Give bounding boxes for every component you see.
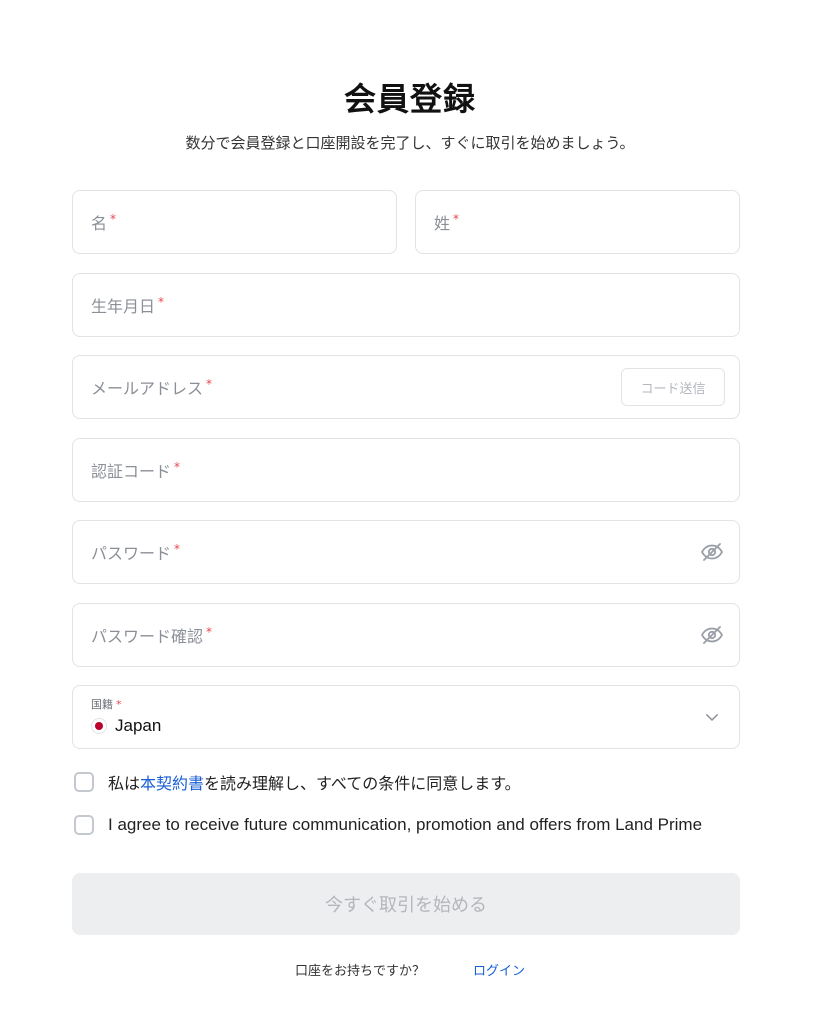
terms-text: 私は本契約書を読み理解し、すべての条件に同意します。 [108,774,521,793]
birthdate-label: 生年月日 * [91,294,165,316]
eye-off-icon[interactable] [699,622,725,648]
required-marker: * [110,211,117,226]
login-link[interactable]: ログイン [473,964,525,979]
page-subtitle: 数分で会員登録と口座開設を完了し、すぐに取引を始めましょう。 [185,134,635,152]
marketing-checkbox[interactable] [74,815,94,835]
page-title: 会員登録 [343,80,476,118]
marketing-text: I agree to receive future communication,… [108,815,703,834]
nationality-selected-text: Japan [115,716,162,735]
email-label: メールアドレス * [91,376,213,398]
required-marker: * [206,376,213,391]
last-name-field[interactable]: 姓 * [415,190,740,254]
required-marker: * [206,624,213,639]
email-field[interactable]: メールアドレス * コード送信 [72,355,740,419]
required-marker: * [174,541,181,556]
terms-checkbox[interactable] [74,772,94,792]
eye-off-icon[interactable] [699,539,725,565]
last-name-label: 姓 * [434,211,460,233]
first-name-label: 名 * [91,211,117,233]
marketing-agreement-row: I agree to receive future communication,… [74,815,702,835]
verification-code-field[interactable]: 認証コード * [72,438,740,502]
verification-code-label: 認証コード * [91,459,181,481]
required-marker: * [453,211,460,226]
contract-link[interactable]: 本契約書 [140,774,204,793]
password-label: パスワード * [91,541,181,563]
password-confirm-label: パスワード確認 * [91,624,213,646]
birthdate-field[interactable]: 生年月日 * [72,273,740,337]
send-code-button[interactable]: コード送信 [621,368,725,406]
login-prompt-text: 口座をお持ちですか？ [294,964,425,979]
start-trading-button[interactable]: 今すぐ取引を始める [72,873,740,935]
required-marker: * [158,294,165,309]
first-name-field[interactable]: 名 * [72,190,397,254]
terms-agreement-row: 私は本契約書を読み理解し、すべての条件に同意します。 [74,770,521,794]
required-marker: * [116,698,122,711]
required-marker: * [174,459,181,474]
password-confirm-field[interactable]: パスワード確認 * [72,603,740,667]
chevron-down-icon [706,714,718,721]
nationality-value: Japan [91,716,161,736]
japan-flag-icon [91,718,107,734]
password-field[interactable]: パスワード * [72,520,740,584]
login-prompt: 口座をお持ちですか？ ログイン [0,960,820,979]
nationality-select[interactable]: 国籍 * Japan [72,685,740,749]
nationality-label: 国籍 * [91,698,122,711]
